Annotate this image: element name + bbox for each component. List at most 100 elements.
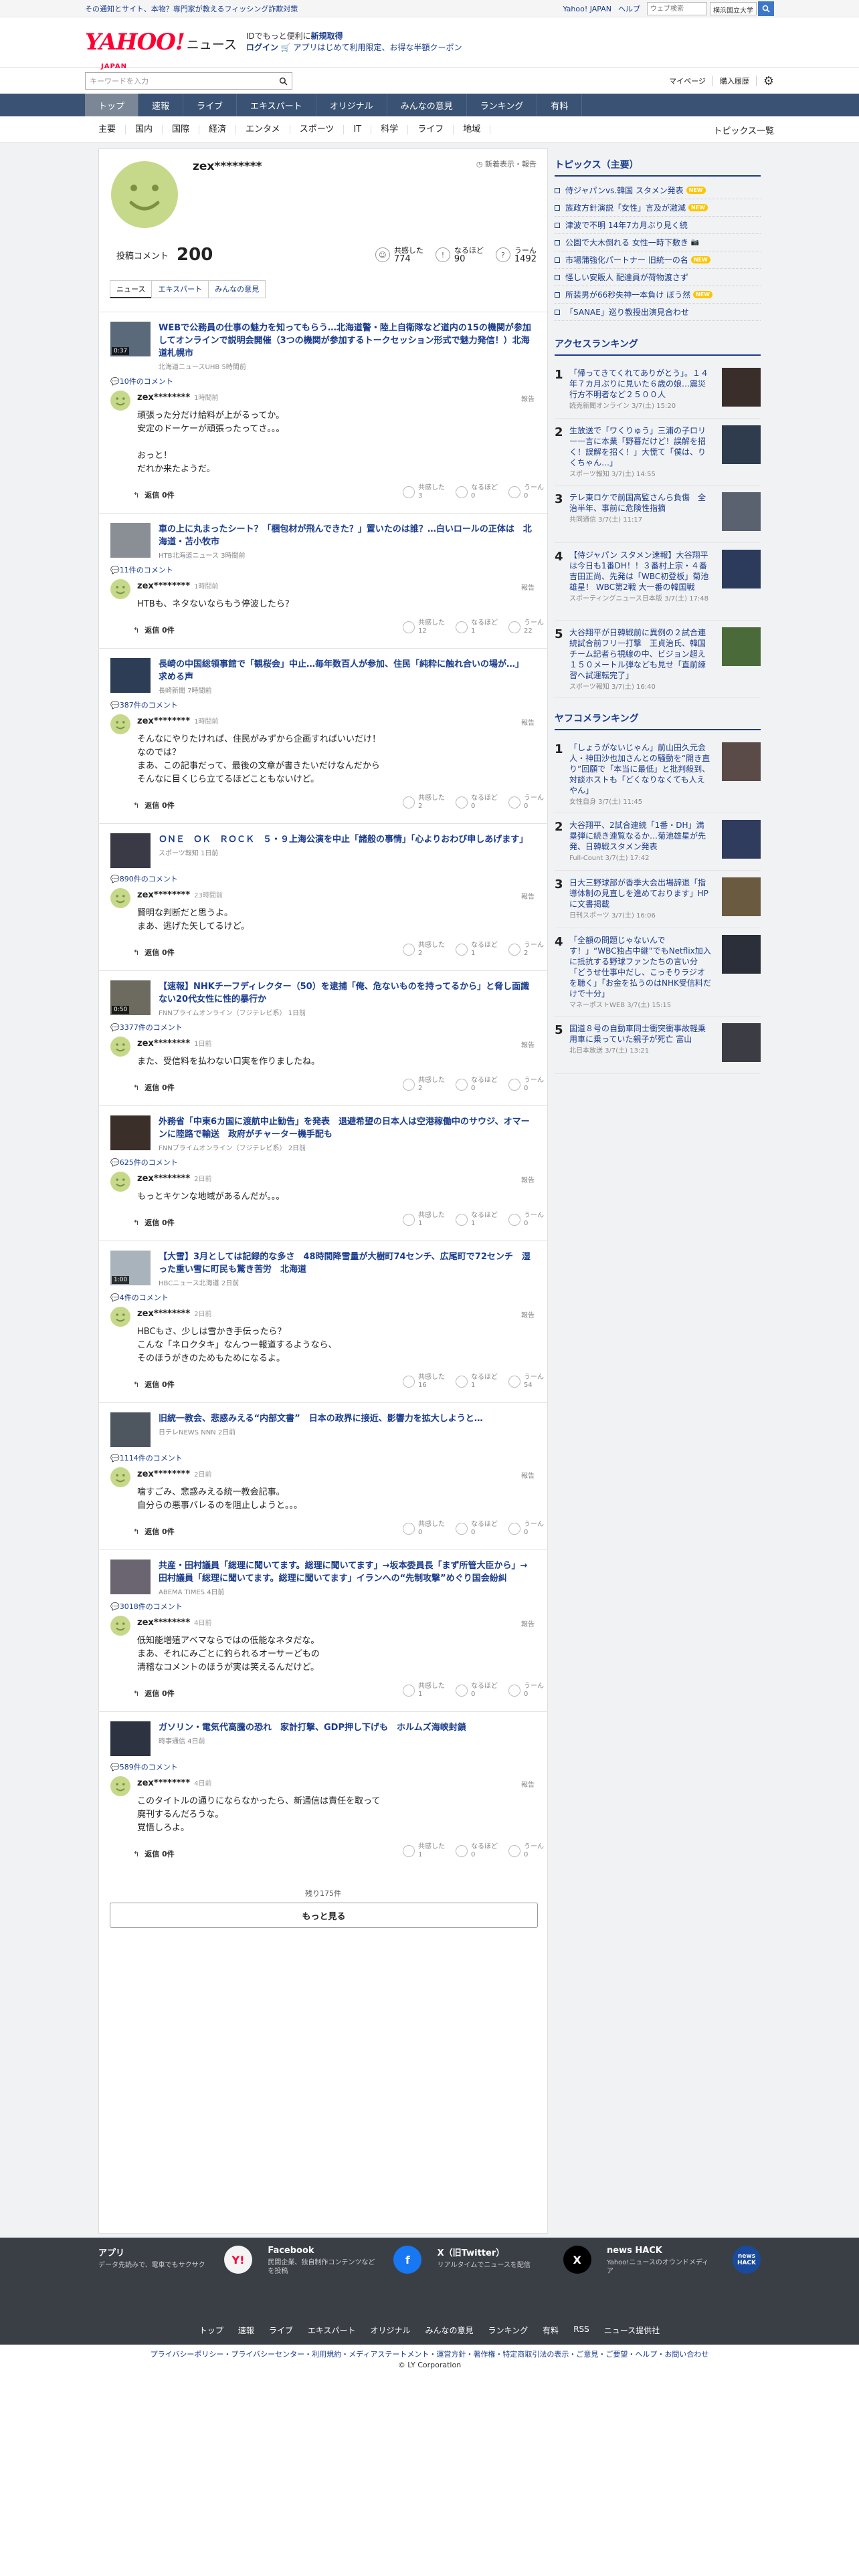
- insight-button[interactable]: なるほど 1: [456, 1374, 498, 1390]
- cat-science[interactable]: 科学: [371, 125, 409, 134]
- help-link[interactable]: ヘルプ: [618, 3, 640, 14]
- web-search-input[interactable]: [647, 2, 707, 15]
- doubt-button[interactable]: うーん 0: [508, 1077, 544, 1093]
- doubt-button[interactable]: うーん 0: [508, 1212, 544, 1228]
- promo-link[interactable]: その通知とサイト、本物？専門家が教えるフィッシング詐欺対策: [85, 3, 298, 14]
- article-title[interactable]: 旧統一教会、悲惑みえる“内部文書” 日本の政界に接近、影響力を拡大しようと…: [159, 1412, 532, 1425]
- comment-count-link[interactable]: 💬4件のコメント: [110, 1292, 169, 1303]
- ranking-item[interactable]: 1 「帰ってきてくれてありがとう」。１４年７カ月ぶりに見いた６歳の娘…震災行方不明…: [555, 361, 761, 419]
- reply-link[interactable]: ↰ 返信 0件: [133, 1082, 175, 1093]
- empathy-button[interactable]: 共感した 1: [403, 1843, 445, 1859]
- app-link[interactable]: X（旧Twitter） リアルタイムでニュースを配信 X: [438, 2246, 591, 2276]
- cat-main[interactable]: 主要: [85, 125, 126, 134]
- web-search-button[interactable]: [758, 1, 774, 16]
- more-button[interactable]: もっと見る: [110, 1903, 538, 1928]
- footer-nav-item[interactable]: エキスパート: [308, 2325, 356, 2336]
- article-title[interactable]: 【速報】NHKチーフディレクター（50）を逮捕「俺、危ないものを持ってるから」と…: [159, 980, 532, 1006]
- reply-link[interactable]: ↰ 返信 0件: [133, 1526, 175, 1537]
- coupon-link[interactable]: アプリはじめて利用限定、お得な半額クーポン: [293, 43, 462, 52]
- reply-link[interactable]: ↰ 返信 0件: [133, 800, 175, 811]
- reply-link[interactable]: ↰ 返信 0件: [133, 1848, 175, 1859]
- comment-count-link[interactable]: 💬890件のコメント: [110, 873, 178, 884]
- article-title[interactable]: 共産・田村議員「総理に聞いてます。総理に聞いてます」→坂本委員長「まず所管大臣か…: [159, 1560, 532, 1585]
- location-select[interactable]: 横浜国立大学: [710, 2, 757, 15]
- cat-local[interactable]: 地域: [454, 125, 491, 134]
- article-title[interactable]: WEBで公務員の仕事の魅力を知ってもらう…北海道警・陸上自衛隊など道内の15の機…: [159, 322, 532, 360]
- comment-count-link[interactable]: 💬3377件のコメント: [110, 1022, 183, 1033]
- article-link[interactable]: ガソリン・電気代高騰の恐れ 家計打撃、GDP押し下げも ホルムズ海峡封鎖 時事通…: [110, 1721, 532, 1756]
- article-title[interactable]: 車の上に丸まったシート？「梱包材が飛んできた？」置いたのは誰？…白いロールの正体…: [159, 523, 532, 548]
- report-link[interactable]: 報告: [521, 717, 535, 727]
- insight-button[interactable]: なるほど 1: [456, 942, 498, 958]
- empathy-button[interactable]: 共感した 12: [403, 619, 445, 635]
- cat-sports[interactable]: スポーツ: [290, 125, 345, 134]
- footer-nav-item[interactable]: ライブ: [269, 2325, 293, 2336]
- empathy-button[interactable]: 共感した 16: [403, 1374, 445, 1390]
- comment-count-link[interactable]: 💬11件のコメント: [110, 564, 173, 575]
- nav-expert[interactable]: エキスパート: [237, 94, 316, 116]
- cat-entertainment[interactable]: エンタメ: [236, 125, 290, 134]
- topic-item[interactable]: 市場蒲強化パートナー 旧統一の名 NEW: [555, 251, 761, 269]
- article-link[interactable]: 0:50 【速報】NHKチーフディレクター（50）を逮捕「俺、危ないものを持って…: [110, 980, 532, 1017]
- comment-username[interactable]: zex******** 1日前: [137, 1038, 212, 1049]
- ranking-item[interactable]: 3 日大三野球部が香季大会出場辞退「指導体制の見直しを進めております」HPに文書掲…: [555, 871, 761, 928]
- footer-nav-item[interactable]: トップ: [199, 2325, 223, 2336]
- legal-links[interactable]: プライバシーポリシー・プライバシーセンター・利用規約・メディアステートメント・運…: [0, 2349, 859, 2359]
- reply-link[interactable]: ↰ 返信 0件: [133, 1379, 175, 1390]
- comment-count-link[interactable]: 💬1114件のコメント: [110, 1453, 183, 1463]
- nav-live[interactable]: ライブ: [183, 94, 237, 116]
- topic-item[interactable]: 所装男が66秒失神一本負け ぼう然 NEW: [555, 286, 761, 304]
- nav-original[interactable]: オリジナル: [316, 94, 387, 116]
- report-link[interactable]: 報告: [521, 891, 535, 901]
- report-link[interactable]: 報告: [521, 1039, 535, 1049]
- article-title[interactable]: 外務省「中東6カ国に渡航中止勧告」を発表 退避希望の日本人は空港稼働中のサウジ、…: [159, 1115, 532, 1141]
- all-topics-link[interactable]: トピックス一覧: [713, 124, 774, 136]
- login-link[interactable]: ログイン: [246, 43, 278, 52]
- insight-button[interactable]: なるほど 1: [456, 619, 498, 635]
- comment-count-link[interactable]: 💬10件のコメント: [110, 376, 173, 387]
- tab-opinions[interactable]: みんなの意見: [208, 280, 266, 298]
- doubt-button[interactable]: うーん 22: [508, 619, 544, 635]
- doubt-button[interactable]: うーん 2: [508, 942, 544, 958]
- nav-paid[interactable]: 有料: [537, 94, 583, 116]
- comment-count-link[interactable]: 💬3018件のコメント: [110, 1601, 183, 1612]
- tab-news[interactable]: ニュース: [110, 280, 152, 298]
- insight-button[interactable]: なるほど 0: [456, 1077, 498, 1093]
- topic-item[interactable]: 怪しい安販人 配達員が荷物渡さず: [555, 269, 761, 286]
- app-link[interactable]: news HACK Yahoo!ニュースのオウンドメディア news HACK: [607, 2246, 761, 2276]
- footer-nav-item[interactable]: 速報: [238, 2325, 254, 2336]
- comment-username[interactable]: zex******** 1時間前: [137, 580, 219, 591]
- footer-nav-item[interactable]: みんなの意見: [425, 2325, 474, 2336]
- reply-link[interactable]: ↰ 返信 0件: [133, 1688, 175, 1699]
- footer-nav-item[interactable]: ニュース提供社: [604, 2325, 660, 2336]
- comment-username[interactable]: zex******** 1時間前: [137, 392, 219, 403]
- empathy-button[interactable]: 共感した 1: [403, 1212, 445, 1228]
- comment-username[interactable]: zex******** 23時間前: [137, 889, 223, 900]
- doubt-button[interactable]: うーん 0: [508, 1683, 544, 1699]
- article-link[interactable]: 車の上に丸まったシート？「梱包材が飛んできた？」置いたのは誰？…白いロールの正体…: [110, 523, 532, 560]
- doubt-button[interactable]: うーん 54: [508, 1374, 544, 1390]
- insight-button[interactable]: なるほど 0: [456, 794, 498, 811]
- article-link[interactable]: 旧統一教会、悲惑みえる“内部文書” 日本の政界に接近、影響力を拡大しようと… 日…: [110, 1412, 532, 1447]
- nav-top[interactable]: トップ: [85, 94, 139, 116]
- ranking-item[interactable]: 3 テレ東ロケで前国高監さんら負傷 全治半年、事前に危険性指摘 共同通信 3/7(土…: [555, 486, 761, 543]
- news-search-input[interactable]: キーワードを入力: [85, 72, 292, 90]
- empathy-button[interactable]: 共感した 2: [403, 794, 445, 811]
- insight-button[interactable]: なるほど 0: [456, 1843, 498, 1859]
- report-link[interactable]: 報告: [521, 1309, 535, 1319]
- topic-item[interactable]: 津波で不明 14年7カ月ぶり見く続: [555, 217, 761, 234]
- yahoo-japan-link[interactable]: Yahoo! JAPAN: [563, 5, 611, 13]
- empathy-button[interactable]: 共感した 2: [403, 1077, 445, 1093]
- comment-count-link[interactable]: 💬625件のコメント: [110, 1157, 178, 1168]
- tab-expert[interactable]: エキスパート: [151, 280, 209, 298]
- article-link[interactable]: 外務省「中東6カ国に渡航中止勧告」を発表 退避希望の日本人は空港稼働中のサウジ、…: [110, 1115, 532, 1152]
- comment-username[interactable]: zex******** 4日前: [137, 1617, 212, 1628]
- reply-link[interactable]: ↰ 返信 0件: [133, 947, 175, 958]
- comment-username[interactable]: zex******** 1時間前: [137, 716, 219, 726]
- doubt-button[interactable]: うーん 0: [508, 1843, 544, 1859]
- comment-username[interactable]: zex******** 2日前: [137, 1173, 212, 1184]
- ranking-item[interactable]: 2 生放送で「ワくりゅう」三浦の子ロリー一言に本業「野暮だけど！誤解を招く！誤解を…: [555, 419, 761, 486]
- doubt-button[interactable]: うーん 0: [508, 484, 544, 500]
- ranking-item[interactable]: 5 国道８号の自動車同士衝突衝事故軽乗用車に乗っていた親子が死亡 富山 北日本放送 …: [555, 1016, 761, 1074]
- article-link[interactable]: 共産・田村議員「総理に聞いてます。総理に聞いてます」→坂本委員長「まず所管大臣か…: [110, 1560, 532, 1596]
